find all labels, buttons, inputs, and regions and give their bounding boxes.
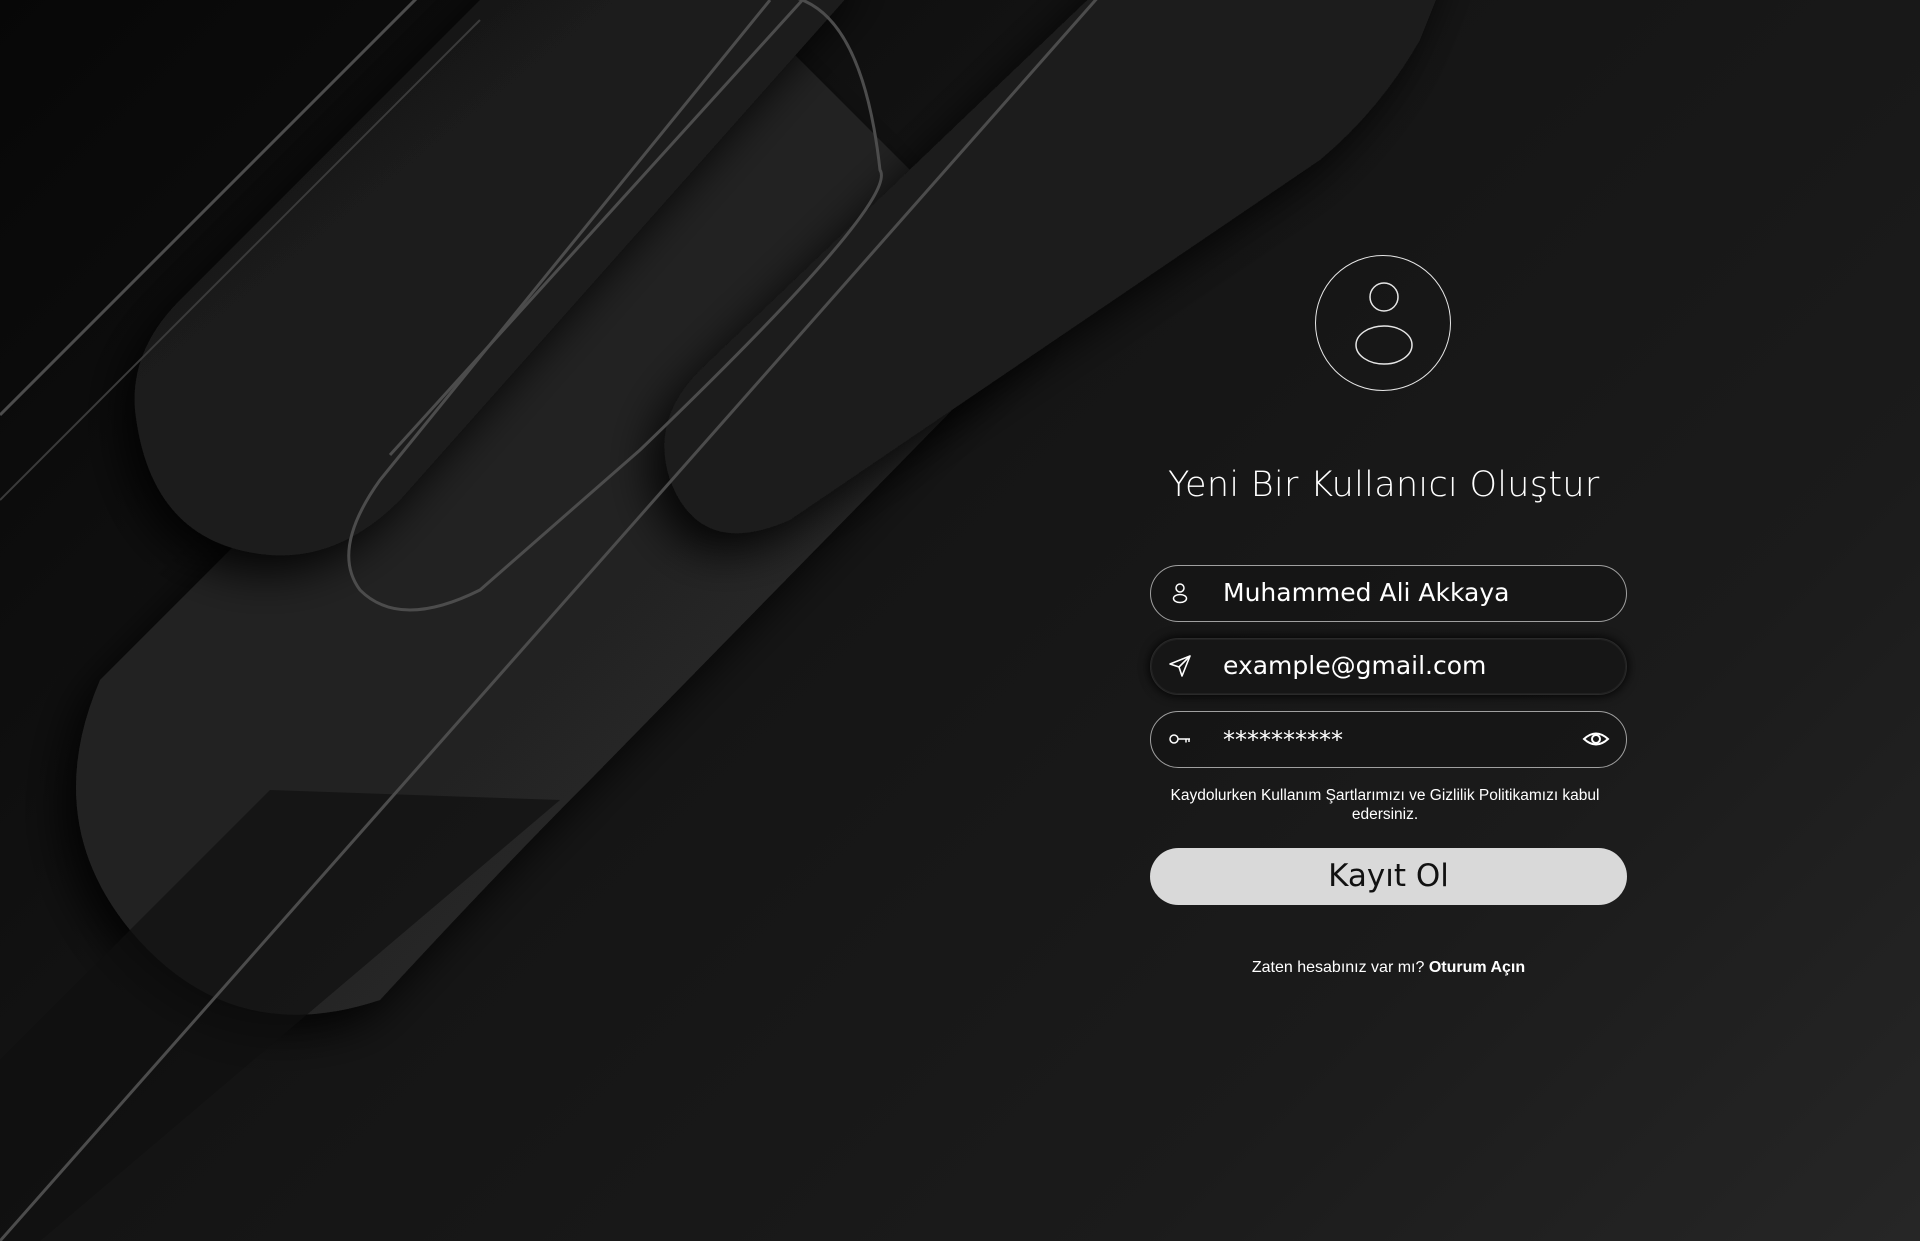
user-icon	[1172, 583, 1188, 604]
name-value: Muhammed Ali Akkaya	[1223, 578, 1510, 607]
eye-icon[interactable]	[1582, 727, 1610, 751]
login-link[interactable]: Oturum Açın	[1429, 959, 1525, 976]
profile-avatar[interactable]	[1315, 255, 1451, 391]
password-field[interactable]: **********	[1150, 711, 1627, 768]
user-avatar-icon	[1355, 282, 1413, 365]
abstract-background-art	[0, 0, 1436, 1241]
register-button[interactable]: Kayıt Ol	[1150, 848, 1627, 905]
login-prompt-row: Zaten hesabınız var mı? Oturum Açın	[1150, 959, 1627, 977]
name-field[interactable]: Muhammed Ali Akkaya	[1150, 565, 1627, 622]
terms-notice: Kaydolurken Kullanım Şartlarımızı ve Giz…	[1170, 787, 1600, 823]
key-icon	[1169, 734, 1190, 744]
login-prompt-text: Zaten hesabınız var mı?	[1251, 959, 1425, 976]
paper-plane-icon	[1169, 655, 1191, 677]
email-field[interactable]: example@gmail.com	[1150, 638, 1627, 695]
page-title: Yeni Bir Kullanıcı Oluştur	[1168, 465, 1600, 505]
email-value: example@gmail.com	[1223, 651, 1487, 680]
page-background: Yeni Bir Kullanıcı Oluştur Muhammed Ali …	[0, 0, 1920, 1241]
password-value: **********	[1223, 726, 1343, 754]
